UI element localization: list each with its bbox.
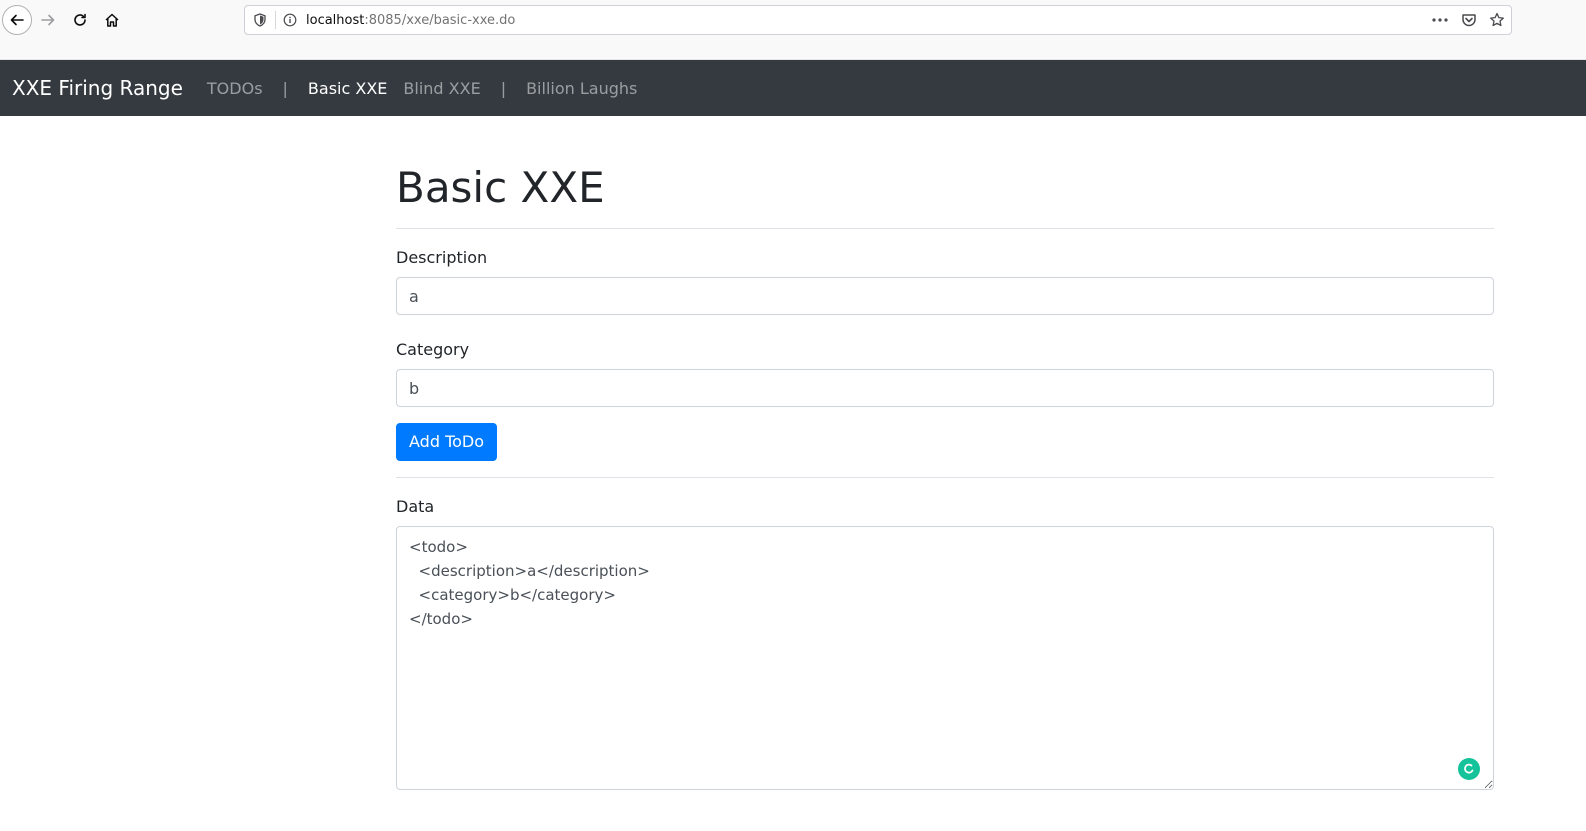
bookmark-star-icon[interactable] — [1489, 12, 1505, 28]
data-label: Data — [396, 497, 435, 516]
top-navbar: XXE Firing Range TODOs | Basic XXE Blind… — [0, 60, 1586, 116]
page-title: Basic XXE — [396, 163, 605, 212]
more-icon[interactable] — [1431, 12, 1449, 28]
url-host: localhost — [306, 12, 365, 28]
back-arrow-icon — [10, 14, 24, 26]
url-path: :8085/xxe/basic-xxe.do — [364, 12, 516, 28]
pocket-icon[interactable] — [1461, 12, 1477, 28]
main-content: Basic XXE Description Category Add ToDo … — [396, 116, 1494, 794]
add-todo-button[interactable]: Add ToDo — [396, 423, 498, 461]
navbar-brand[interactable]: XXE Firing Range — [12, 76, 183, 100]
nav-link-basic-xxe[interactable]: Basic XXE — [308, 79, 387, 98]
nav-link-billion-laughs[interactable]: Billion Laughs — [526, 79, 637, 98]
shield-icon[interactable] — [253, 13, 267, 27]
home-button[interactable] — [98, 6, 126, 34]
grammarly-swirl-icon — [1464, 763, 1474, 774]
forward-arrow-icon — [41, 14, 55, 26]
reload-button[interactable] — [66, 6, 94, 34]
form-divider — [396, 477, 1494, 478]
grammarly-icon[interactable] — [1458, 758, 1480, 780]
reload-icon — [74, 13, 86, 26]
url-divider — [275, 11, 276, 29]
nav-link-blind-xxe[interactable]: Blind XXE — [403, 79, 480, 98]
category-label: Category — [396, 340, 470, 359]
nav-separator: | — [282, 78, 288, 98]
back-button[interactable] — [2, 5, 32, 35]
forward-button[interactable] — [34, 6, 62, 34]
description-input[interactable] — [396, 277, 1494, 315]
url-text[interactable]: localhost:8085/xxe/basic-xxe.do — [306, 13, 515, 28]
category-input[interactable] — [396, 369, 1494, 407]
nav-separator: | — [500, 78, 507, 98]
description-label: Description — [396, 248, 488, 267]
url-actions — [1431, 6, 1505, 34]
title-divider — [396, 228, 1494, 229]
browser-toolbar: localhost:8085/xxe/basic-xxe.do — [0, 0, 1586, 60]
url-bar[interactable]: localhost:8085/xxe/basic-xxe.do — [244, 5, 1512, 35]
info-icon[interactable] — [283, 13, 297, 27]
nav-link-todos[interactable]: TODOs — [207, 79, 263, 98]
home-icon — [105, 13, 119, 27]
data-textarea[interactable]: <todo> <description>a</description> <cat… — [396, 526, 1494, 790]
